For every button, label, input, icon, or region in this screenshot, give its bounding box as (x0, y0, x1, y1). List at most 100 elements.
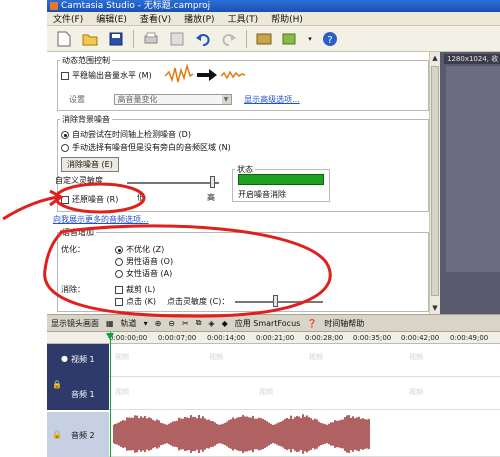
redo-icon[interactable] (220, 30, 238, 48)
more-audio-options-link[interactable]: 向我展示更多的音频选项... (53, 214, 149, 225)
marker-icon[interactable]: ◆ (222, 319, 228, 328)
record-icon[interactable] (255, 30, 273, 48)
playhead-line[interactable] (110, 332, 111, 457)
no-optimize-label: 不优化 (Z) (126, 245, 165, 254)
zoom-in-icon[interactable]: ⊕ (155, 319, 162, 328)
callout-icon[interactable]: ◈ (208, 319, 214, 328)
svg-text:?: ? (327, 35, 332, 46)
level-output-checkbox-row[interactable]: 平稳输出音量水平 (M) (61, 70, 152, 81)
zoom-out-icon[interactable]: ⊖ (168, 319, 175, 328)
voice-enhancement-legend: 语音增加 (62, 228, 94, 237)
remove-noise-button[interactable]: 消除噪音 (E) (61, 157, 119, 172)
voice-enhancement-group: 语音增加 (57, 227, 429, 312)
level-output-checkbox[interactable] (61, 71, 69, 80)
watermark-text: 视频 (209, 353, 223, 361)
produce-icon[interactable] (281, 30, 299, 48)
window-title: Camtasia Studio - 无标题.camproj (61, 1, 211, 11)
click-sensitivity-slider-thumb[interactable] (273, 295, 278, 307)
cut-icon[interactable]: ✂ (182, 319, 189, 328)
help-icon[interactable]: ❓ (307, 319, 317, 328)
menu-play[interactable]: 播放(P) (184, 12, 214, 25)
menu-view[interactable]: 查看(V) (140, 12, 171, 25)
no-optimize-radio-row[interactable]: 不优化 (Z) (115, 244, 164, 255)
app-icon (50, 2, 58, 10)
sensitivity-slider-track[interactable] (127, 182, 219, 184)
clip-checkbox-row[interactable]: 裁剪 (L) (115, 284, 155, 295)
sensitivity-label: 自定义灵敏度 (55, 176, 103, 185)
chevron-down-icon[interactable]: ▾ (307, 30, 313, 48)
scrollbar-thumb[interactable] (431, 66, 439, 296)
tracks-icon[interactable]: ▦ (106, 319, 114, 328)
manual-select-radio-row[interactable]: 手动选择有噪音但是没有旁白的音频区域 (N) (61, 142, 231, 153)
split-icon[interactable]: ⧉ (196, 318, 202, 328)
open-icon[interactable] (81, 30, 99, 48)
female-voice-radio[interactable] (115, 269, 123, 278)
print-icon[interactable] (142, 30, 160, 48)
undo-icon[interactable] (194, 30, 212, 48)
watermark-text: 视频 (409, 388, 423, 396)
playhead-marker[interactable] (106, 333, 114, 340)
female-voice-radio-row[interactable]: 女性语音 (A) (115, 268, 172, 279)
audio2-track[interactable] (109, 412, 500, 457)
track-name-audio2: 音频 2 (71, 431, 95, 440)
chevron-down-icon[interactable]: ▾ (144, 319, 148, 328)
menu-bar: 文件(F) 编辑(E) 查看(V) 播放(P) 工具(T) 帮助(H) (47, 12, 500, 26)
no-optimize-radio[interactable] (115, 245, 123, 254)
video1-track[interactable]: 视频 视频 视频 视频 (109, 344, 500, 377)
status-text: 开启噪音消除 (238, 190, 286, 199)
clip-label: 裁剪 (L) (126, 285, 156, 294)
ruler-tick-7: 0:00:49;00 (450, 334, 489, 342)
audio-options-panel: 动态范围控制 平稳输出音量水平 (M) 设置 高音量变化 ▼ 显示高级选项... … (49, 52, 429, 314)
export-icon[interactable] (168, 30, 186, 48)
scroll-down-icon[interactable]: ▼ (431, 304, 439, 312)
restore-noise-label: 还原噪音 (R) (72, 195, 119, 204)
scroll-up-icon[interactable]: ▲ (431, 54, 439, 62)
sensitivity-slider-thumb[interactable] (210, 176, 215, 188)
click-checkbox-row[interactable]: 点击 (K) (115, 296, 156, 307)
toolbar-separator (246, 29, 247, 48)
clip-checkbox[interactable] (115, 285, 123, 294)
main-toolbar: ▾ ? (47, 26, 500, 52)
new-icon[interactable] (55, 30, 73, 48)
lock-icon[interactable]: 🔒 (52, 430, 62, 439)
ruler-tick-6: 0:00:42;00 (401, 334, 440, 342)
track-expand-icon[interactable]: ● (61, 354, 68, 363)
sensitivity-low-label: 低 (137, 193, 145, 202)
save-icon[interactable] (107, 30, 125, 48)
tracks-label[interactable]: 轨道 (121, 318, 137, 329)
setting-value: 高音量变化 (117, 95, 158, 104)
advanced-options-link[interactable]: 显示高级选项... (244, 95, 300, 104)
male-voice-radio[interactable] (115, 257, 123, 266)
menu-tools[interactable]: 工具(T) (228, 12, 259, 25)
menu-edit[interactable]: 编辑(E) (96, 12, 127, 25)
show-camera-label[interactable]: 显示镜头画面 (51, 318, 99, 329)
ruler-tick-2: 0:00:14;00 (207, 334, 246, 342)
male-voice-radio-row[interactable]: 男性语音 (O) (115, 256, 173, 267)
click-sensitivity-slider-track[interactable] (235, 301, 323, 303)
menu-help[interactable]: 帮助(H) (271, 12, 303, 25)
timeline-help-label[interactable]: 时间轴帮助 (324, 318, 364, 329)
restore-noise-checkbox[interactable] (61, 195, 69, 204)
audio-waveform[interactable] (113, 414, 373, 454)
track-group-header: 视频 1 音频 1 🔒 ● (47, 344, 109, 410)
setting-select[interactable]: 高音量变化 ▼ (113, 94, 232, 105)
restore-noise-checkbox-row[interactable]: 还原噪音 (R) (61, 194, 118, 205)
help-icon[interactable]: ? (321, 30, 339, 48)
apply-smartfocus-label[interactable]: 应用 SmartFocus (235, 318, 301, 329)
setting-label: 设置 (69, 95, 85, 104)
time-ruler[interactable]: 0:00:00;00 0:00:07;00 0:00:14;00 0:00:21… (47, 332, 500, 344)
audio2-header: 音频 2 🔒 (47, 412, 109, 457)
female-voice-label: 女性语音 (A) (126, 269, 173, 278)
options-scrollbar[interactable]: ▲ ▼ (429, 52, 440, 314)
ruler-tick-4: 0:00:28;00 (305, 334, 344, 342)
level-output-label: 平稳输出音量水平 (M) (72, 71, 152, 80)
watermark-text: 视频 (309, 353, 323, 361)
click-checkbox[interactable] (115, 297, 123, 306)
manual-select-radio[interactable] (61, 143, 69, 152)
auto-detect-radio[interactable] (61, 130, 69, 139)
audio1-track[interactable]: 视频 视频 视频 (109, 377, 500, 410)
auto-detect-radio-row[interactable]: 自动尝试在时间轴上检测噪音 (D) (61, 129, 191, 140)
preview-panel: 1280x1024, 收 (440, 52, 500, 330)
menu-file[interactable]: 文件(F) (53, 12, 83, 25)
lock-icon[interactable]: 🔒 (52, 380, 62, 389)
